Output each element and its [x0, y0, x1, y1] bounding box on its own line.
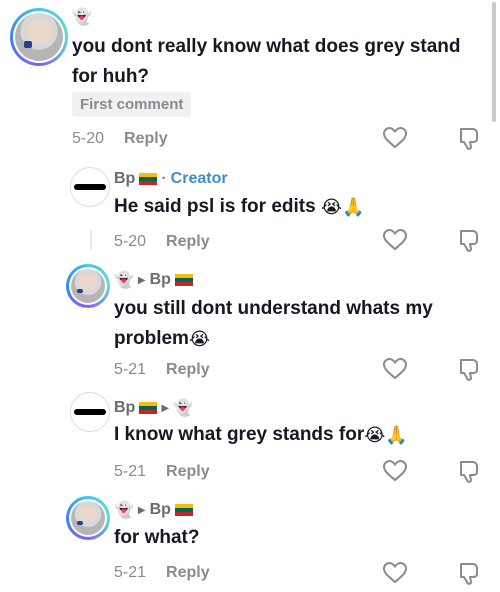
- comment-author-row: 👻 ▶ Bp: [114, 270, 193, 290]
- comment-emoji: 😭: [188, 329, 210, 349]
- comment-meta: 5-21 Reply: [114, 463, 210, 481]
- user-avatar[interactable]: [66, 496, 110, 540]
- ghost-emoji-icon: 👻: [114, 502, 134, 519]
- dislike-thumbs-down-icon[interactable]: [456, 357, 482, 383]
- comment-date: 5-21: [114, 463, 147, 480]
- comment-text: He said psl is for edits 😭🙏: [114, 192, 500, 222]
- comment-text: I know what grey stands for😭🙏: [114, 420, 500, 450]
- scrollbar[interactable]: [492, 2, 496, 122]
- reply-arrow-icon: ▶: [137, 504, 146, 516]
- comment-author-row: Bp ▶ 👻: [114, 398, 193, 418]
- reply-button[interactable]: Reply: [166, 463, 210, 481]
- comment-meta: 5-20 Reply: [72, 130, 168, 148]
- like-heart-icon[interactable]: [382, 228, 408, 252]
- comment-text: you dont really know what does grey stan…: [72, 36, 461, 87]
- ghost-emoji-icon: 👻: [72, 9, 92, 26]
- comment-emoji: 😭🙏: [320, 197, 365, 217]
- lithuania-flag-icon: [139, 173, 158, 185]
- ghost-emoji-icon: 👻: [173, 400, 193, 417]
- comment-meta: 5-20 Reply: [114, 233, 210, 251]
- creator-tag: Creator: [170, 170, 228, 187]
- user-avatar[interactable]: [10, 8, 68, 66]
- like-heart-icon[interactable]: [382, 459, 408, 483]
- reply-button[interactable]: Reply: [166, 361, 210, 379]
- lithuania-flag-icon: [139, 402, 158, 414]
- author-name: Bp: [149, 271, 171, 288]
- author-name: Bp: [149, 501, 171, 518]
- reply-arrow-icon: ▶: [137, 274, 146, 286]
- first-comment-badge: First comment: [72, 92, 192, 117]
- comment-emoji: 😭🙏: [364, 425, 408, 445]
- dislike-thumbs-down-icon[interactable]: [456, 126, 482, 152]
- comment-date: 5-20: [114, 233, 147, 250]
- comment-date: 5-20: [72, 130, 105, 147]
- dislike-thumbs-down-icon[interactable]: [456, 228, 482, 254]
- like-heart-icon[interactable]: [382, 561, 408, 585]
- comment-date: 5-21: [114, 564, 147, 581]
- user-avatar[interactable]: [66, 264, 110, 308]
- comment-meta: 5-21 Reply: [114, 361, 210, 379]
- comment-meta: 5-21 Reply: [114, 564, 210, 582]
- like-heart-icon[interactable]: [382, 357, 408, 381]
- author-name: Bp: [114, 170, 136, 187]
- comment-author-row: 👻 ▶ Bp: [114, 500, 193, 520]
- lithuania-flag-icon: [174, 274, 193, 286]
- like-heart-icon[interactable]: [382, 126, 408, 150]
- reply-button[interactable]: Reply: [124, 130, 168, 148]
- comment-text: you still dont understand whats my probl…: [114, 294, 454, 354]
- dislike-thumbs-down-icon[interactable]: [456, 459, 482, 485]
- comment-date: 5-21: [114, 361, 147, 378]
- reply-button[interactable]: Reply: [166, 233, 210, 251]
- author-name: Bp: [114, 399, 136, 416]
- creator-avatar[interactable]: [70, 167, 110, 207]
- lithuania-flag-icon: [174, 504, 193, 516]
- reply-button[interactable]: Reply: [166, 564, 210, 582]
- comment-text: for what?: [114, 527, 200, 548]
- comment-author-row: Bp · Creator: [114, 170, 228, 187]
- dislike-thumbs-down-icon[interactable]: [456, 561, 482, 587]
- creator-avatar[interactable]: [70, 392, 110, 432]
- reply-arrow-icon: ▶: [161, 402, 170, 414]
- ghost-emoji-icon: 👻: [114, 272, 134, 289]
